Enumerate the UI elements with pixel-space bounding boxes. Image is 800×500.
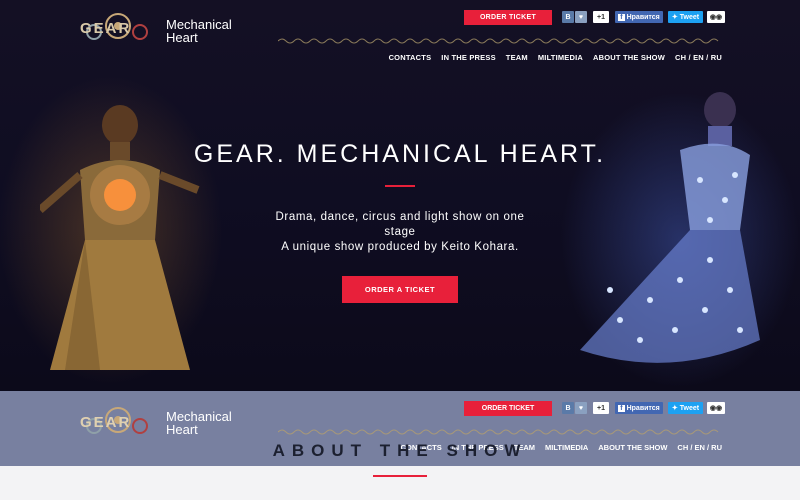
hero-subtitle: Drama, dance, circus and light show on o…: [230, 210, 570, 255]
fb-icon: f: [618, 13, 625, 21]
sticky-tweet-button[interactable]: ✦ Tweet: [668, 402, 703, 414]
vk-icon: B: [565, 13, 571, 21]
nav-team[interactable]: TEAM: [506, 53, 528, 62]
nav-multimedia[interactable]: MILTIMEDIA: [538, 53, 583, 62]
fb-like-label: Нравится: [626, 404, 660, 412]
language-switcher[interactable]: CH / EN / RU: [675, 53, 722, 62]
about-divider: [373, 475, 427, 477]
sticky-facebook-like-button[interactable]: f Нравится: [615, 402, 663, 414]
dancer-right-image: [580, 92, 760, 363]
google-plus-button[interactable]: +1: [593, 11, 609, 23]
sticky-tripadvisor-button[interactable]: ◉◉: [707, 402, 725, 414]
heart-icon: ♥: [578, 404, 584, 412]
brand-name: Mechanical Heart: [166, 18, 232, 44]
top-header: GEAR Mechanical Heart ORDER TICKET B ♥ +…: [0, 0, 800, 80]
sticky-vk-like-button[interactable]: ♥: [575, 402, 587, 414]
about-section: [0, 466, 800, 500]
brand-line-2: Heart: [166, 30, 198, 45]
sticky-logo-wordmark: GEAR: [80, 414, 132, 431]
vk-like-button[interactable]: ♥: [575, 11, 587, 23]
plus-one-label: +1: [597, 13, 605, 21]
facebook-like-button[interactable]: f Нравится: [615, 11, 663, 23]
hero-subtitle-line-3: A unique show produced by Keito Kohara.: [281, 241, 519, 253]
dancer-left-image: [40, 105, 200, 370]
sticky-vk-button[interactable]: B: [562, 402, 574, 414]
hero-divider: [385, 185, 415, 187]
tripadvisor-owl-icon: ◉◉: [709, 405, 723, 412]
order-a-ticket-button[interactable]: ORDER A TICKET: [342, 276, 458, 303]
twitter-bird-icon: ✦: [671, 405, 678, 412]
nav-contacts[interactable]: CONTACTS: [389, 53, 432, 62]
fb-icon: f: [618, 404, 625, 412]
hero-section: GEAR Mechanical Heart ORDER TICKET B ♥ +…: [0, 0, 800, 390]
nav-about-the-show[interactable]: ABOUT THE SHOW: [593, 53, 665, 62]
ornament-divider: [278, 38, 719, 44]
sticky-logo[interactable]: GEAR Mechanical Heart: [76, 402, 246, 444]
hero-subtitle-line-2: stage: [384, 226, 416, 238]
tweet-button[interactable]: ✦ Tweet: [668, 11, 703, 23]
hero-subtitle-line-1: Drama, dance, circus and light show on o…: [275, 211, 525, 223]
main-nav: CONTACTS IN THE PRESS TEAM MILTIMEDIA AB…: [389, 53, 722, 62]
hero-title: GEAR. MECHANICAL HEART.: [193, 140, 607, 168]
about-title: ABOUT THE SHOW: [272, 441, 528, 460]
twitter-bird-icon: ✦: [671, 14, 678, 21]
order-ticket-button[interactable]: ORDER TICKET: [464, 10, 552, 25]
logo-wordmark: GEAR: [80, 20, 132, 37]
heart-icon: ♥: [578, 13, 584, 21]
sticky-google-plus-button[interactable]: +1: [593, 402, 609, 414]
tripadvisor-owl-icon: ◉◉: [709, 14, 723, 21]
plus-one-label: +1: [597, 404, 605, 412]
tweet-label: Tweet: [679, 13, 700, 21]
vk-icon: B: [565, 404, 571, 412]
nav-in-the-press[interactable]: IN THE PRESS: [441, 53, 496, 62]
sticky-order-ticket-button[interactable]: ORDER TICKET: [464, 401, 552, 416]
sticky-brand-name: Mechanical Heart: [166, 410, 232, 436]
fb-like-label: Нравится: [626, 13, 660, 21]
sticky-ornament-divider: [278, 429, 719, 435]
tripadvisor-button[interactable]: ◉◉: [707, 11, 725, 23]
sticky-brand-line-2: Heart: [166, 422, 198, 437]
tweet-label: Tweet: [679, 404, 700, 412]
site-logo[interactable]: GEAR Mechanical Heart: [76, 8, 246, 50]
vk-button[interactable]: B: [562, 11, 574, 23]
